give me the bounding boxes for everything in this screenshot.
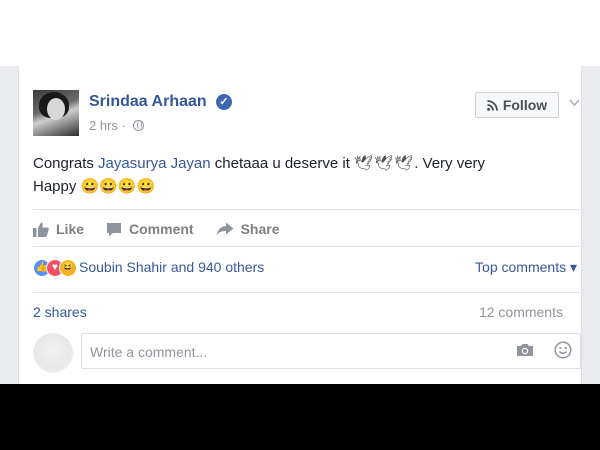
camera-icon[interactable]: [516, 343, 534, 357]
mention-link[interactable]: Jayasurya Jayan: [98, 155, 211, 172]
rss-icon: [486, 99, 498, 111]
follow-button[interactable]: Follow: [475, 92, 559, 118]
post-text-start: Congrats: [33, 155, 99, 172]
comment-box[interactable]: [81, 333, 581, 369]
post-text-middle: chetaaa u deserve it: [210, 155, 355, 172]
share-label: Share: [240, 221, 280, 237]
comment-label: Comment: [129, 221, 194, 237]
shares-count[interactable]: 2 shares: [33, 304, 87, 320]
like-icon: [33, 222, 49, 237]
like-label: Like: [56, 221, 85, 237]
globe-icon[interactable]: [132, 120, 144, 131]
post-text-tail: . Very very: [414, 155, 486, 172]
haha-reaction-icon: 😆: [59, 259, 77, 277]
like-button[interactable]: Like: [33, 218, 84, 240]
divider: [33, 209, 581, 210]
comment-icon: [107, 222, 122, 236]
post-meta: 2 hrs ·: [89, 118, 144, 133]
post-card: Srindaa Arhaan ✓ 2 hrs · Follow Congrats…: [18, 66, 582, 384]
comment-composer: [33, 329, 581, 377]
post-time[interactable]: 2 hrs: [89, 118, 118, 133]
feed-background-left: [0, 66, 18, 384]
top-background: [0, 0, 600, 66]
post-body: Congrats Jayasurya Jayan chetaaa u deser…: [33, 152, 563, 198]
chevron-down-icon[interactable]: [569, 94, 580, 107]
divider: [33, 246, 581, 247]
feed-background-right: [582, 66, 600, 384]
post-text-line2: Happy 😀😀😀😀: [33, 178, 156, 195]
bottom-background: [0, 384, 600, 450]
verified-badge-icon: ✓: [216, 94, 232, 110]
share-button[interactable]: Share: [216, 218, 280, 240]
reactions-row: 👍 ♥ 😆 Soubin Shahir and 940 others Top c…: [33, 257, 581, 279]
follow-label: Follow: [502, 97, 548, 113]
post-actions: Like Comment Share: [33, 218, 573, 240]
divider: [33, 292, 581, 293]
comment-input[interactable]: [88, 340, 492, 364]
author-name[interactable]: Srindaa Arhaan: [89, 93, 207, 111]
smiley-icon[interactable]: [554, 341, 572, 359]
reactions-summary[interactable]: Soubin Shahir and 940 others: [79, 259, 264, 275]
share-icon: [216, 222, 234, 236]
author-avatar[interactable]: [33, 90, 79, 136]
top-comments-dropdown[interactable]: Top comments ▾: [475, 259, 577, 276]
dove-emoji-glyphs: 🕊🕊🕊: [354, 155, 415, 172]
comment-button[interactable]: Comment: [106, 218, 194, 240]
comments-count[interactable]: 12 comments: [479, 304, 563, 320]
meta-separator: ·: [121, 118, 126, 133]
viewer-avatar: [33, 333, 73, 373]
